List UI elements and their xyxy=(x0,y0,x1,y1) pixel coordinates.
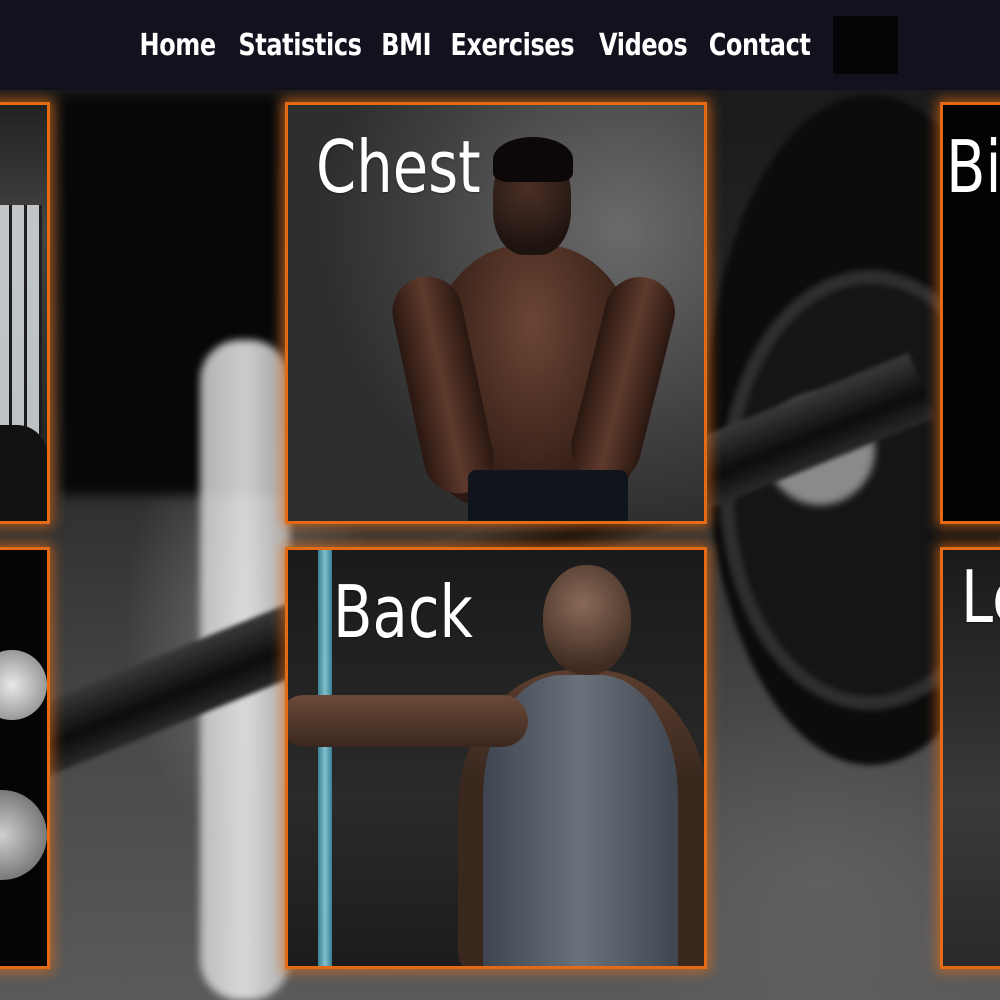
nav-link-home[interactable]: Home xyxy=(139,28,216,63)
nav-links: Home Statistics BMI Exercises Videos Con… xyxy=(139,28,812,63)
gym-rack-pole xyxy=(318,550,332,966)
athlete-arm-extended xyxy=(288,695,528,747)
exercise-card-right-top[interactable]: Bi xyxy=(940,102,1000,524)
card-image-figure xyxy=(0,425,47,521)
card-image-window xyxy=(0,205,42,435)
athlete-shorts xyxy=(468,470,628,521)
card-title-chest: Chest xyxy=(316,125,481,209)
nav-link-videos[interactable]: Videos xyxy=(599,28,688,63)
exercise-card-chest[interactable]: Chest xyxy=(285,102,707,524)
nav-link-exercises[interactable]: Exercises xyxy=(451,28,575,63)
card-title-right-top: Bi xyxy=(946,125,1000,209)
card-image-fist xyxy=(0,650,47,720)
exercise-card-back[interactable]: Back xyxy=(285,547,707,969)
nav-link-contact[interactable]: Contact xyxy=(709,28,811,63)
exercise-card-left-bottom[interactable] xyxy=(0,547,50,969)
athlete-head xyxy=(543,565,631,675)
nav-link-statistics[interactable]: Statistics xyxy=(238,28,362,63)
top-navbar: Home Statistics BMI Exercises Videos Con… xyxy=(0,0,1000,90)
card-title-right-bottom: Le xyxy=(961,555,1000,639)
exercise-card-left-top[interactable] xyxy=(0,102,50,524)
nav-link-bmi[interactable]: BMI xyxy=(381,28,431,63)
nav-action-box[interactable] xyxy=(833,16,899,74)
card-image-arm xyxy=(0,790,47,880)
card-title-back: Back xyxy=(333,570,473,654)
exercise-card-right-bottom[interactable]: Le xyxy=(940,547,1000,969)
athlete-hair xyxy=(493,137,573,182)
